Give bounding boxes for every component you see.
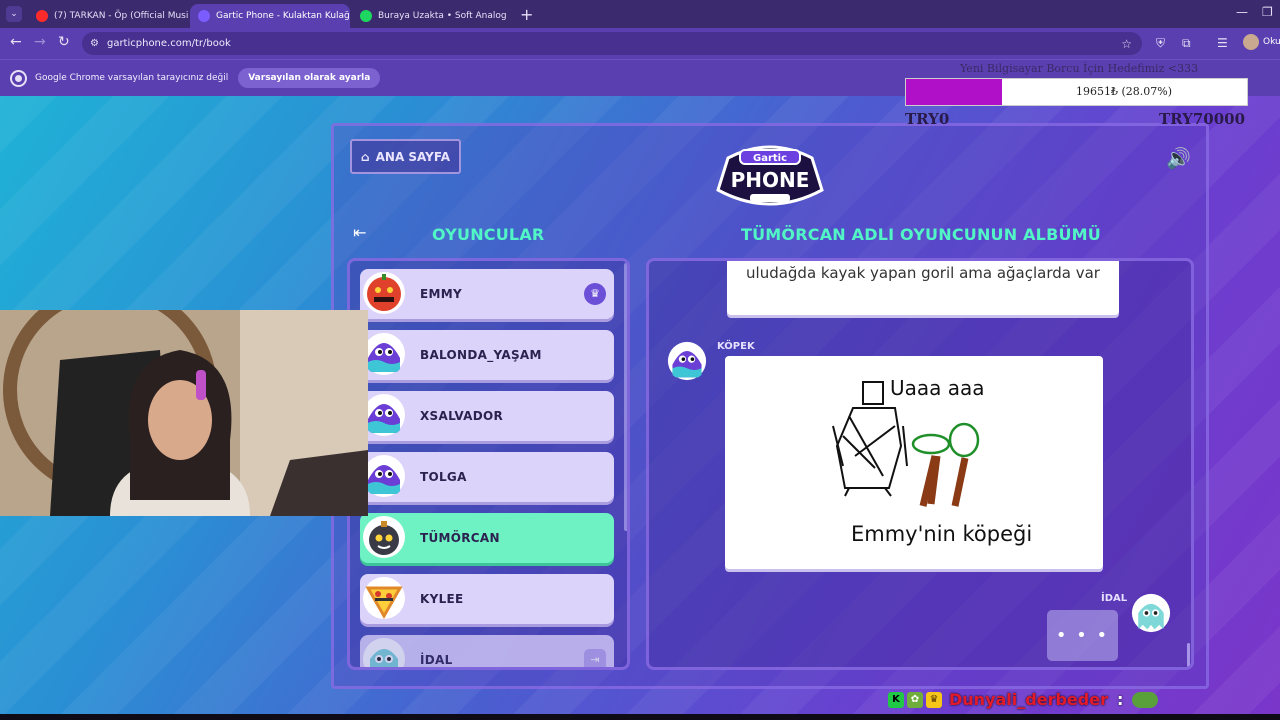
- next-player-name: İDAL: [1101, 593, 1128, 604]
- phrase-card: uludağda kayak yapan goril ama ağaçlarda…: [727, 261, 1119, 315]
- bomb-avatar: [362, 515, 406, 559]
- next-player-avatar: [1131, 593, 1171, 633]
- shield-icon[interactable]: ⛨: [1156, 36, 1165, 51]
- drawer-name: KÖPEK: [717, 341, 755, 352]
- tab-strip: ⌄ (7) TARKAN - Öp (Official Music ✕ Gart…: [0, 0, 1280, 28]
- donation-progress-bar: 19651₺ (28.07%): [905, 78, 1248, 106]
- player-card-tumorcan[interactable]: TÜMÖRCAN: [360, 513, 614, 563]
- chat-username: Dunyali_derbeder: [949, 690, 1108, 709]
- forward-icon[interactable]: →: [34, 34, 46, 50]
- donation-goal-title: Yeni Bilgisayar Borcu İçin Hedefimiz <33…: [960, 62, 1199, 75]
- url-text: garticphone.com/tr/book: [106, 38, 231, 49]
- pizza-avatar: [362, 576, 406, 620]
- red-pumpkin-avatar: [362, 271, 406, 315]
- reading-list-icon[interactable]: ☰: [1217, 36, 1228, 50]
- album-scrollbar[interactable]: [1187, 643, 1190, 667]
- donation-progress-text: 19651₺ (28.07%): [1075, 85, 1172, 98]
- spotify-icon: [360, 10, 372, 22]
- loading-indicator: • • •: [1047, 610, 1118, 661]
- gartic-phone-logo: Gartic PHONE: [716, 145, 824, 206]
- donation-max-label: TRY70000: [1159, 110, 1246, 128]
- players-header: OYUNCULAR: [432, 225, 545, 244]
- profile-button[interactable]: Okul: [1243, 34, 1280, 50]
- player-card-kylee[interactable]: KYLEE: [360, 574, 614, 624]
- player-name: TOLGA: [420, 470, 467, 484]
- browser-toolbar: ← → ↻ ⚙ garticphone.com/tr/book ☆ ⛨ ⧉ ☰: [0, 28, 1280, 59]
- crown-icon: ♛: [584, 283, 606, 305]
- address-bar[interactable]: ⚙ garticphone.com/tr/book ☆: [82, 32, 1142, 55]
- extensions-icon[interactable]: ⧉: [1182, 36, 1191, 51]
- minimize-icon[interactable]: —: [1236, 5, 1248, 19]
- tree-trunks: [919, 455, 969, 507]
- tab-spotify[interactable]: Buraya Uzakta • Soft Analog ✕: [352, 4, 512, 28]
- player-name: EMMY: [420, 287, 462, 301]
- player-card-emmy[interactable]: EMMY ♛: [360, 269, 614, 319]
- collapse-panel-icon[interactable]: ⇤: [353, 223, 366, 242]
- set-default-button[interactable]: Varsayılan olarak ayarla: [238, 68, 381, 88]
- exit-icon: ⇥: [584, 649, 606, 667]
- new-tab-button[interactable]: +: [520, 5, 533, 24]
- drawer-avatar: [667, 341, 707, 381]
- tab-title: Buraya Uzakta • Soft Analog: [378, 11, 507, 21]
- maximize-icon[interactable]: ❐: [1262, 5, 1273, 19]
- tab-search-button[interactable]: ⌄: [6, 6, 22, 22]
- bottom-strip: [0, 714, 1280, 720]
- chat-message: K ✿ ♛ Dunyali_derbeder :: [888, 690, 1159, 709]
- album-header: TÜMÖRCAN ADLI OYUNCUNUN ALBÜMÜ: [741, 225, 1101, 244]
- site-info-icon[interactable]: ⚙: [90, 38, 99, 49]
- player-name: İDAL: [420, 653, 453, 667]
- player-name: BALONDA_YAŞAM: [420, 348, 542, 362]
- player-card-tolga[interactable]: TOLGA: [360, 452, 614, 502]
- home-button[interactable]: ⌂ ANA SAYFA: [350, 139, 461, 174]
- home-icon: ⌂: [361, 149, 370, 164]
- reload-icon[interactable]: ↻: [58, 34, 70, 50]
- drawing-text-bottom: Emmy'nin köpeği: [851, 522, 1032, 546]
- bookmark-star-icon[interactable]: ☆: [1121, 37, 1132, 51]
- tab-title: Gartic Phone - Kulaktan Kulağa: [216, 11, 350, 21]
- chrome-icon: [12, 71, 25, 85]
- player-name: TÜMÖRCAN: [420, 531, 500, 545]
- player-card-balonda[interactable]: BALONDA_YAŞAM: [360, 330, 614, 380]
- drawing-text-top: Uaaa aaa: [890, 376, 985, 400]
- gartic-icon: [198, 10, 210, 22]
- avatar: [1243, 34, 1259, 50]
- player-name: XSALVADOR: [420, 409, 504, 423]
- profile-label: Okul: [1263, 37, 1280, 47]
- album-panel: uludağda kayak yapan goril ama ağaçlarda…: [646, 258, 1194, 670]
- crown-badge-icon: ♛: [926, 691, 942, 708]
- tab-gartic[interactable]: Gartic Phone - Kulaktan Kulağa ✕: [190, 4, 350, 28]
- infobar-message: Google Chrome varsayılan tarayıcınız değ…: [35, 73, 229, 83]
- emote-icon: [1132, 691, 1159, 708]
- sprout-badge-icon: ✿: [907, 691, 923, 708]
- k-badge-icon: K: [888, 691, 904, 708]
- player-card-idal[interactable]: İDAL ⇥: [360, 635, 614, 667]
- donation-min-label: TRY0: [905, 110, 950, 128]
- chat-separator: :: [1116, 690, 1124, 709]
- ghost-avatar: [362, 637, 406, 667]
- tree-tops: [911, 422, 980, 458]
- player-card-xsalvador[interactable]: XSALVADOR: [360, 391, 614, 441]
- drawing-canvas: Uaaa aaa Emmy'nin köpeği: [725, 356, 1103, 569]
- tab-tarkan[interactable]: (7) TARKAN - Öp (Official Music ✕: [28, 4, 188, 28]
- purple-blob-avatar: [362, 454, 406, 498]
- home-button-label: ANA SAYFA: [375, 149, 450, 164]
- players-panel: EMMY ♛ BALONDA_YAŞAM XSALVADOR TOLGA TÜM…: [347, 258, 630, 670]
- sound-icon[interactable]: 🔊: [1166, 146, 1191, 170]
- back-icon[interactable]: ←: [10, 34, 22, 50]
- svg-text:PHONE: PHONE: [731, 168, 810, 192]
- youtube-icon: [36, 10, 48, 22]
- tab-title: (7) TARKAN - Öp (Official Music: [54, 11, 188, 21]
- purple-blob-avatar: [362, 393, 406, 437]
- svg-text:Gartic: Gartic: [753, 153, 787, 164]
- players-scrollbar[interactable]: [624, 263, 627, 531]
- player-name: KYLEE: [420, 592, 464, 606]
- purple-blob-avatar: [362, 332, 406, 376]
- webcam-overlay: [0, 310, 368, 516]
